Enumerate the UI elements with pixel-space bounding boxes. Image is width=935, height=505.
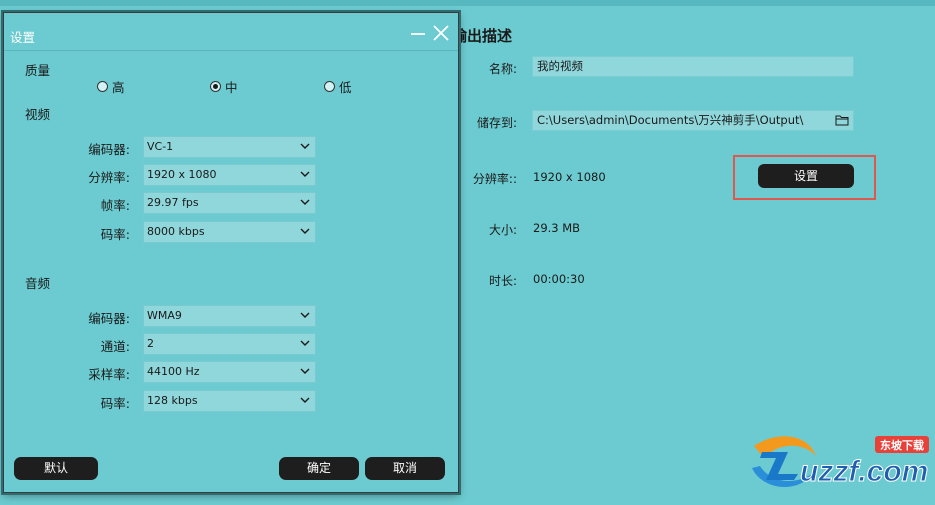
chevron-down-icon — [300, 143, 310, 149]
video-framerate-select[interactable]: 29.97 fps — [143, 192, 316, 214]
size-value: 29.3 MB — [533, 221, 581, 235]
video-section-label: 视频 — [25, 107, 51, 122]
save-path-field[interactable]: C:\Users\admin\Documents\万兴神剪手\Output\ — [532, 110, 854, 131]
video-encoder-select[interactable]: VC-1 — [143, 136, 316, 158]
radio-circle — [97, 81, 108, 92]
dialog-titlebar[interactable]: 设置 — [4, 13, 458, 51]
audio-bitrate-select[interactable]: 128 kbps — [143, 390, 316, 412]
chevron-down-icon — [300, 397, 310, 403]
radio-circle-selected — [210, 81, 221, 92]
duration-value: 00:00:30 — [533, 272, 585, 286]
audio-samplerate-select[interactable]: 44100 Hz — [143, 361, 316, 383]
watermark-badge: 东坡下载 — [880, 438, 924, 452]
chevron-down-icon — [300, 228, 310, 234]
highlight-annotation — [733, 155, 876, 200]
video-encoder-value: VC-1 — [147, 140, 174, 153]
chevron-down-icon — [300, 340, 310, 346]
audio-channels-label: 通道: — [100, 339, 130, 354]
chevron-down-icon — [300, 171, 310, 177]
settings-dialog: 设置 质量 高 中 低 视频 编码器: VC-1 分辨率: 1920 x 108… — [3, 12, 459, 493]
svg-text:uzzf.com: uzzf.com — [800, 455, 928, 488]
default-button[interactable]: 默认 — [14, 457, 98, 480]
chevron-down-icon — [300, 312, 310, 318]
video-bitrate-select[interactable]: 8000 kbps — [143, 221, 316, 243]
audio-channels-value: 2 — [147, 337, 154, 350]
video-encoder-label: 编码器: — [88, 142, 130, 157]
chevron-down-icon — [300, 368, 310, 374]
resolution-value: 1920 x 1080 — [533, 170, 606, 184]
cancel-button[interactable]: 取消 — [365, 457, 445, 480]
video-framerate-value: 29.97 fps — [147, 196, 199, 209]
uzzf-watermark-logo: uzzf.com 东坡下载 — [752, 436, 929, 489]
audio-samplerate-value: 44100 Hz — [147, 365, 200, 378]
radio-circle — [324, 81, 335, 92]
ok-button[interactable]: 确定 — [279, 457, 359, 480]
audio-encoder-label: 编码器: — [88, 311, 130, 326]
audio-channels-select[interactable]: 2 — [143, 333, 316, 355]
quality-medium-radio[interactable]: 中 — [210, 77, 238, 96]
quality-medium-label: 中 — [225, 80, 238, 95]
output-title: 输出描述 — [452, 27, 513, 45]
quality-high-label: 高 — [112, 80, 125, 95]
video-framerate-label: 帧率: — [100, 198, 130, 213]
audio-bitrate-label: 码率: — [100, 396, 130, 411]
audio-encoder-value: WMA9 — [147, 309, 182, 322]
folder-icon[interactable] — [835, 114, 849, 126]
quality-section-label: 质量 — [25, 63, 51, 78]
chevron-down-icon — [300, 199, 310, 205]
minimize-icon[interactable] — [410, 25, 426, 41]
video-resolution-label: 分辨率: — [88, 170, 130, 185]
save-path-text: C:\Users\admin\Documents\万兴神剪手\Output\ — [537, 113, 804, 127]
video-resolution-select[interactable]: 1920 x 1080 — [143, 164, 316, 186]
quality-low-label: 低 — [339, 80, 352, 95]
video-bitrate-label: 码率: — [100, 227, 130, 242]
close-icon[interactable] — [432, 24, 450, 42]
dialog-title: 设置 — [10, 30, 36, 45]
name-input[interactable]: 我的视频 — [532, 56, 854, 77]
audio-bitrate-value: 128 kbps — [147, 394, 198, 407]
video-resolution-value: 1920 x 1080 — [147, 168, 217, 181]
quality-high-radio[interactable]: 高 — [97, 77, 125, 96]
video-bitrate-value: 8000 kbps — [147, 225, 205, 238]
audio-encoder-select[interactable]: WMA9 — [143, 305, 316, 327]
audio-samplerate-label: 采样率: — [88, 367, 130, 382]
quality-low-radio[interactable]: 低 — [324, 77, 352, 96]
top-bar — [0, 0, 935, 6]
audio-section-label: 音频 — [25, 276, 51, 291]
